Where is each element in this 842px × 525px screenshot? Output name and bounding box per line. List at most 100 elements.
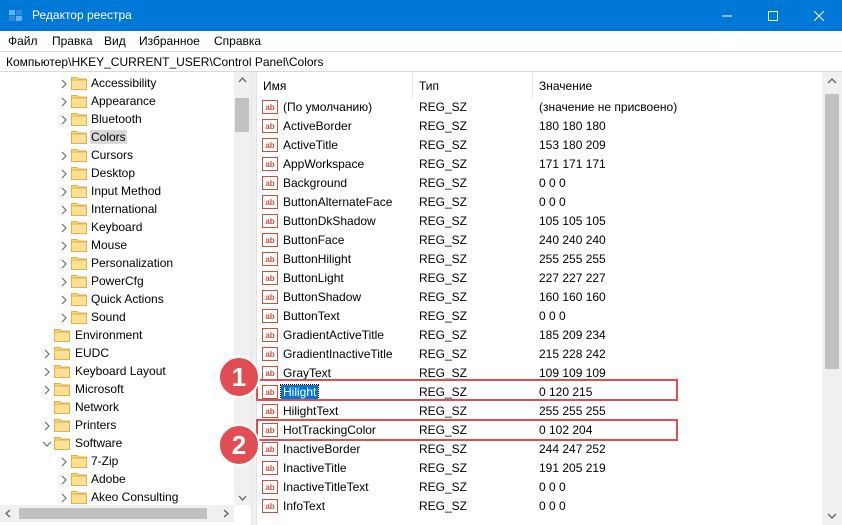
list-row[interactable]: ab ActiveTitle REG_SZ 153 180 209 bbox=[257, 136, 822, 155]
list-row[interactable]: ab InactiveTitle REG_SZ 191 205 219 bbox=[257, 459, 822, 478]
list-row[interactable]: ab (По умолчанию) REG_SZ (значение не присв… bbox=[257, 98, 822, 117]
tree-item[interactable]: International bbox=[0, 200, 234, 218]
list-row[interactable]: ab ButtonFace REG_SZ 240 240 240 bbox=[257, 231, 822, 250]
chevron-right-icon[interactable] bbox=[59, 78, 69, 89]
tree-item[interactable]: EUDC bbox=[0, 344, 234, 362]
menu-edit[interactable]: Правка bbox=[52, 34, 93, 48]
folder-icon bbox=[71, 274, 87, 288]
list-row[interactable]: ab ButtonShadow REG_SZ 160 160 160 bbox=[257, 288, 822, 307]
menu-view[interactable]: Вид bbox=[104, 34, 126, 48]
list-row[interactable]: ab GradientInactiveTitle REG_SZ 215 228 242 bbox=[257, 345, 822, 364]
tree-item[interactable]: Desktop bbox=[0, 164, 234, 182]
tree-item[interactable]: Input Method bbox=[0, 182, 234, 200]
tree-item[interactable]: Appearance bbox=[0, 92, 234, 110]
tree-item[interactable]: Colors bbox=[0, 128, 234, 146]
chevron-down-icon[interactable] bbox=[42, 438, 52, 448]
tree-item-label: 7-Zip bbox=[91, 454, 119, 468]
chevron-right-icon[interactable] bbox=[42, 420, 52, 431]
tree-item[interactable]: Keyboard Layout bbox=[0, 362, 234, 380]
chevron-right-icon[interactable] bbox=[59, 276, 69, 287]
svg-text:ab: ab bbox=[265, 274, 274, 283]
chevron-right-icon[interactable] bbox=[59, 96, 69, 107]
tree-item[interactable]: Environment bbox=[0, 326, 234, 344]
value-data: 0 0 0 bbox=[539, 309, 566, 323]
tree-item[interactable]: PowerCfg bbox=[0, 272, 234, 290]
tree-item[interactable]: Adobe bbox=[0, 470, 234, 488]
chevron-right-icon[interactable] bbox=[59, 240, 69, 251]
key-tree[interactable]: Accessibility Appearance Bluetooth Colors Cu… bbox=[0, 72, 251, 525]
list-row[interactable]: ab AppWorkspace REG_SZ 171 171 171 bbox=[257, 155, 822, 174]
chevron-right-icon[interactable] bbox=[59, 204, 69, 215]
list-row[interactable]: ab InactiveTitleText REG_SZ 0 0 0 bbox=[257, 478, 822, 497]
chevron-right-icon[interactable] bbox=[59, 456, 69, 467]
chevron-right-icon[interactable] bbox=[59, 492, 69, 503]
tree-item[interactable]: Bluetooth bbox=[0, 110, 234, 128]
list-row[interactable]: ab ButtonHilight REG_SZ 255 255 255 bbox=[257, 250, 822, 269]
value-type: REG_SZ bbox=[419, 138, 468, 152]
tree-item-label: Appearance bbox=[91, 94, 156, 108]
maximize-button[interactable] bbox=[750, 0, 796, 31]
values-list[interactable]: Имя Тип Значение ab (По умолчанию) REG_SZ (… bbox=[257, 72, 822, 525]
column-value[interactable]: Значение bbox=[533, 72, 822, 98]
tree-horizontal-scrollbar[interactable] bbox=[0, 505, 234, 522]
list-row[interactable]: ab Background REG_SZ 0 0 0 bbox=[257, 174, 822, 193]
chevron-right-icon[interactable] bbox=[59, 258, 69, 269]
list-row[interactable]: ab GradientActiveTitle REG_SZ 185 209 234 bbox=[257, 326, 822, 345]
value-name: Background bbox=[283, 176, 348, 190]
chevron-right-icon[interactable] bbox=[42, 384, 52, 395]
svg-text:ab: ab bbox=[265, 293, 274, 302]
chevron-right-icon[interactable] bbox=[59, 312, 69, 323]
value-data: (значение не присвоено) bbox=[539, 100, 678, 114]
string-value-icon: ab bbox=[262, 213, 278, 229]
menu-favorites[interactable]: Избранное bbox=[139, 34, 200, 48]
chevron-right-icon[interactable] bbox=[59, 474, 69, 485]
folder-icon bbox=[54, 418, 70, 432]
tree-item[interactable]: Accessibility bbox=[0, 74, 234, 92]
tree-item[interactable]: Sound bbox=[0, 308, 234, 326]
list-row[interactable]: ab ButtonAlternateFace REG_SZ 0 0 0 bbox=[257, 193, 822, 212]
chevron-right-icon[interactable] bbox=[59, 114, 69, 125]
address-bar[interactable]: Компьютер\HKEY_CURRENT_USER\Control Pane… bbox=[0, 51, 842, 72]
folder-icon bbox=[71, 148, 87, 162]
tree-item[interactable]: Akeo Consulting bbox=[0, 488, 234, 506]
tree-item[interactable]: Cursors bbox=[0, 146, 234, 164]
menu-help[interactable]: Справка bbox=[214, 34, 261, 48]
folder-icon bbox=[71, 76, 87, 90]
registry-editor-icon bbox=[8, 8, 24, 24]
list-row[interactable]: ab InactiveBorder REG_SZ 244 247 252 bbox=[257, 440, 822, 459]
chevron-right-icon[interactable] bbox=[59, 186, 69, 197]
tree-item[interactable]: 7-Zip bbox=[0, 452, 234, 470]
chevron-right-icon[interactable] bbox=[59, 168, 69, 179]
tree-item[interactable]: Quick Actions bbox=[0, 290, 234, 308]
list-row[interactable]: ab InfoText REG_SZ 0 0 0 bbox=[257, 497, 822, 516]
folder-icon bbox=[71, 292, 87, 306]
value-type: REG_SZ bbox=[419, 195, 468, 209]
string-value-icon: ab bbox=[262, 175, 278, 191]
list-row[interactable]: ab ButtonText REG_SZ 0 0 0 bbox=[257, 307, 822, 326]
tree-item[interactable]: Mouse bbox=[0, 236, 234, 254]
tree-item[interactable]: Microsoft bbox=[0, 380, 234, 398]
column-name[interactable]: Имя bbox=[257, 72, 413, 98]
folder-icon bbox=[71, 94, 87, 108]
tree-item[interactable]: Personalization bbox=[0, 254, 234, 272]
list-row[interactable]: ab ActiveBorder REG_SZ 180 180 180 bbox=[257, 117, 822, 136]
menu-file[interactable]: Файл bbox=[8, 34, 38, 48]
list-row[interactable]: ab ButtonLight REG_SZ 227 227 227 bbox=[257, 269, 822, 288]
list-vertical-scrollbar[interactable] bbox=[822, 72, 842, 525]
list-row[interactable]: ab ButtonDkShadow REG_SZ 105 105 105 bbox=[257, 212, 822, 231]
folder-icon bbox=[71, 184, 87, 198]
chevron-right-icon[interactable] bbox=[42, 348, 52, 359]
svg-text:ab: ab bbox=[265, 198, 274, 207]
value-type: REG_SZ bbox=[419, 480, 468, 494]
tree-item[interactable]: Printers bbox=[0, 416, 234, 434]
minimize-button[interactable] bbox=[704, 0, 750, 31]
chevron-right-icon[interactable] bbox=[42, 366, 52, 377]
tree-item[interactable]: Network bbox=[0, 398, 234, 416]
tree-item[interactable]: Software bbox=[0, 434, 234, 452]
chevron-right-icon[interactable] bbox=[59, 294, 69, 305]
close-button[interactable] bbox=[796, 0, 842, 31]
column-type[interactable]: Тип bbox=[413, 72, 533, 98]
chevron-right-icon[interactable] bbox=[59, 222, 69, 233]
chevron-right-icon[interactable] bbox=[59, 150, 69, 161]
tree-item[interactable]: Keyboard bbox=[0, 218, 234, 236]
